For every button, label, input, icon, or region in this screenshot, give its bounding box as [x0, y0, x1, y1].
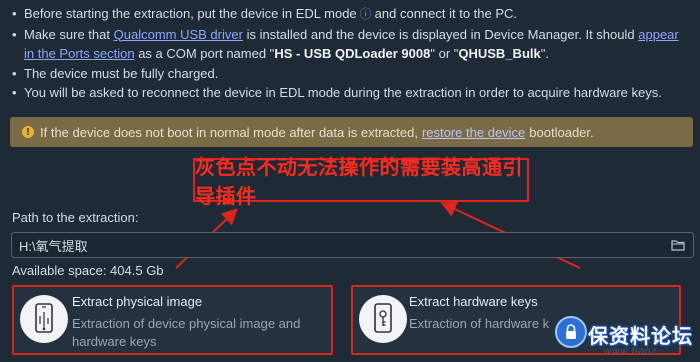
port-name-qdloader: HS - USB QDLoader 9008 [274, 46, 431, 61]
instruction-reconnect: You will be asked to reconnect the devic… [12, 83, 692, 103]
warning-icon: ! [22, 126, 34, 138]
info-icon[interactable]: ⓘ [360, 7, 372, 21]
qualcomm-driver-link[interactable]: Qualcomm USB driver [114, 27, 243, 42]
folder-icon[interactable] [671, 239, 685, 251]
instruction-text: as a COM port named " [138, 46, 275, 61]
watermark-text: 保资料论坛 [588, 326, 693, 348]
card-title: Extract hardware keys [409, 294, 538, 309]
instruction-edl: Before starting the extraction, put the … [12, 4, 692, 25]
available-space: Available space: 404.5 Gb [12, 263, 164, 278]
extract-physical-image-card[interactable]: Extract physical image Extraction of dev… [12, 285, 333, 355]
instruction-text: " or " [430, 46, 459, 61]
instructions-list: Before starting the extraction, put the … [12, 4, 692, 103]
phone-key-icon [359, 295, 407, 343]
phone-usb-icon [20, 295, 68, 343]
instruction-text: ". [540, 46, 549, 61]
watermark-url: www.baoz... [604, 346, 669, 357]
port-name-qhusb: QHUSB_Bulk [458, 46, 541, 61]
warning-text: If the device does not boot in normal mo… [40, 124, 418, 140]
watermark-lock-icon [555, 316, 587, 348]
instruction-text: and connect it to the PC. [374, 6, 518, 21]
instruction-charge: The device must be fully charged. [12, 64, 692, 84]
path-label: Path to the extraction: [12, 210, 139, 225]
card-description: Extraction of device physical image and … [72, 316, 301, 349]
instruction-text: Before starting the extraction, put the … [24, 6, 357, 21]
instruction-text: is installed and the device is displayed… [246, 26, 635, 42]
annotation-note: 灰色点不动无法操作的需要装高通引导插件 [193, 157, 529, 208]
card-title: Extract physical image [72, 294, 203, 309]
path-value: H:\氧气提取 [19, 238, 88, 254]
warning-banner: ! If the device does not boot in normal … [10, 117, 693, 147]
restore-device-link[interactable]: restore the device [422, 125, 525, 140]
warning-text-end: bootloader. [529, 124, 594, 140]
instruction-driver: Make sure that Qualcomm USB driver is in… [12, 25, 692, 64]
path-input[interactable]: H:\氧气提取 [11, 232, 694, 258]
instruction-text: Make sure that [24, 26, 110, 42]
